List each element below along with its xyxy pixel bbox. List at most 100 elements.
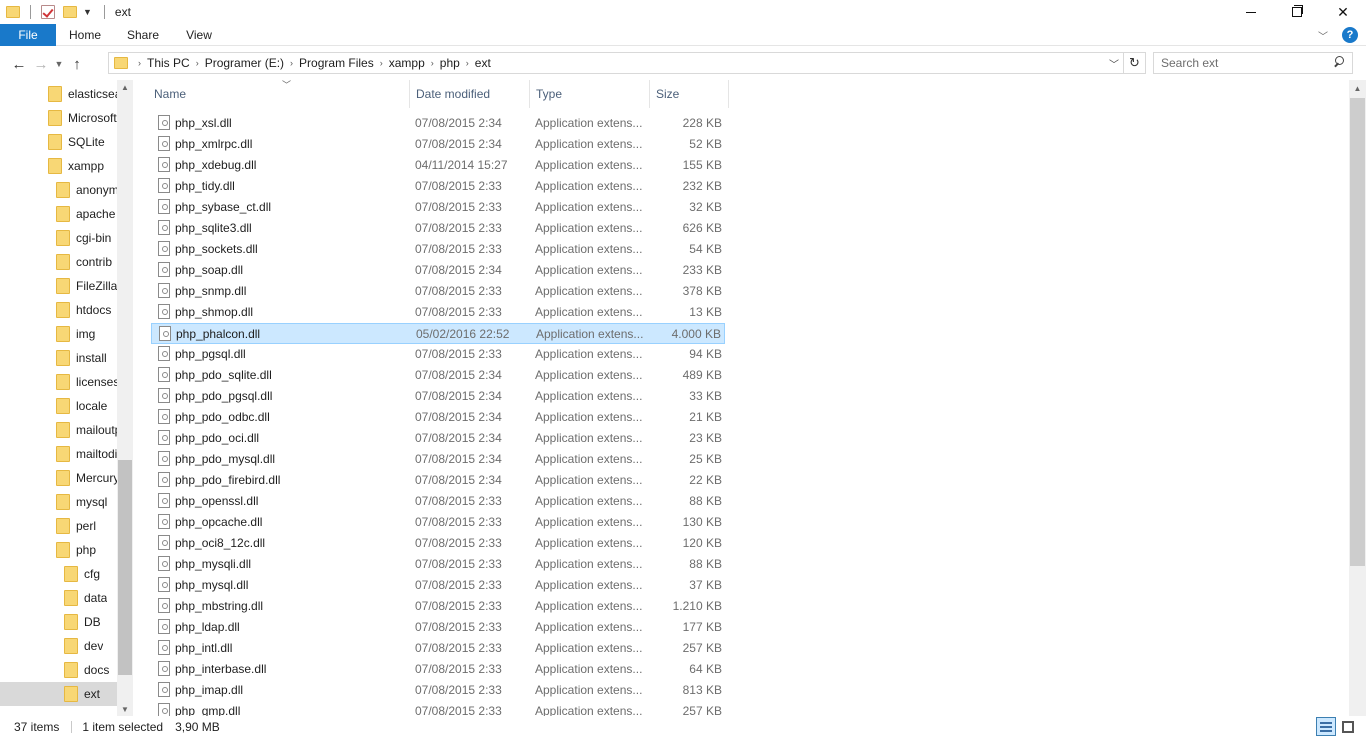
address-bar[interactable]: › This PC › Programer (E:) › Program Fil… — [108, 52, 1146, 74]
breadcrumb-chevron-icon[interactable]: › — [138, 58, 141, 68]
details-view-button[interactable] — [1316, 717, 1336, 736]
breadcrumb-chevron-icon[interactable]: › — [290, 58, 293, 68]
breadcrumb-drive[interactable]: Programer (E:) — [205, 56, 284, 70]
nav-tree-item[interactable]: elasticsearch — [0, 82, 118, 106]
file-list-scrollbar[interactable]: ▲ — [1349, 80, 1366, 716]
scroll-up-arrow-icon[interactable]: ▲ — [117, 80, 133, 94]
file-row[interactable]: php_pdo_oci.dll 07/08/2015 2:34 Applicatio… — [151, 428, 725, 449]
tab-home[interactable]: Home — [56, 24, 114, 46]
nav-tree-item[interactable]: docs — [0, 658, 118, 682]
file-row[interactable]: php_oci8_12c.dll 07/08/2015 2:33 Applicati… — [151, 533, 725, 554]
properties-icon[interactable] — [41, 5, 55, 19]
nav-tree-item[interactable]: apache — [0, 202, 118, 226]
nav-tree-item[interactable]: mailtodisk — [0, 442, 118, 466]
breadcrumb-chevron-icon[interactable]: › — [196, 58, 199, 68]
file-row[interactable]: php_pdo_firebird.dll 07/08/2015 2:34 Appli… — [151, 470, 725, 491]
customize-toolbar-dropdown-icon[interactable]: ▼ — [83, 7, 92, 17]
nav-tree-item[interactable]: SQLite — [0, 130, 118, 154]
file-row[interactable]: php_sybase_ct.dll 07/08/2015 2:33 Applicat… — [151, 197, 725, 218]
file-row[interactable]: php_tidy.dll 07/08/2015 2:33 Application e… — [151, 176, 725, 197]
search-icon[interactable] — [1330, 53, 1352, 73]
file-row[interactable]: php_soap.dll 07/08/2015 2:34 Application e… — [151, 260, 725, 281]
navigation-pane[interactable]: elasticsearch Microsoft SQLite xampp anonymo… — [0, 80, 133, 716]
file-row[interactable]: php_sockets.dll 07/08/2015 2:33 Applicatio… — [151, 239, 725, 260]
file-row[interactable]: php_pdo_mysql.dll 07/08/2015 2:34 Applicat… — [151, 449, 725, 470]
nav-tree-item[interactable]: cgi-bin — [0, 226, 118, 250]
breadcrumb-chevron-icon[interactable]: › — [431, 58, 434, 68]
close-button[interactable]: ✕ — [1320, 0, 1366, 24]
scroll-down-arrow-icon[interactable]: ▼ — [117, 702, 133, 716]
nav-tree-item[interactable]: locale — [0, 394, 118, 418]
breadcrumb-xampp[interactable]: xampp — [389, 56, 425, 70]
file-row[interactable]: php_snmp.dll 07/08/2015 2:33 Application e… — [151, 281, 725, 302]
file-row[interactable]: php_phalcon.dll 05/02/2016 22:52 Applicati… — [151, 323, 725, 344]
up-button[interactable]: ↑ — [66, 53, 88, 75]
nav-tree-item[interactable]: data — [0, 586, 118, 610]
search-input[interactable]: Search ext — [1161, 56, 1330, 70]
file-row[interactable]: php_xdebug.dll 04/11/2014 15:27 Applicatio… — [151, 155, 725, 176]
file-row[interactable]: php_opcache.dll 07/08/2015 2:33 Applicatio… — [151, 512, 725, 533]
tab-view[interactable]: View — [172, 24, 226, 46]
file-row[interactable]: php_imap.dll 07/08/2015 2:33 Application e… — [151, 680, 725, 701]
nav-tree-item[interactable]: DB — [0, 610, 118, 634]
minimize-button[interactable] — [1228, 0, 1274, 24]
file-row[interactable]: php_pgsql.dll 07/08/2015 2:33 Application … — [151, 344, 725, 365]
file-row[interactable]: php_sqlite3.dll 07/08/2015 2:33 Applicatio… — [151, 218, 725, 239]
nav-tree-item[interactable]: htdocs — [0, 298, 118, 322]
breadcrumb-program-files[interactable]: Program Files — [299, 56, 374, 70]
file-row[interactable]: php_pdo_sqlite.dll 07/08/2015 2:34 Applica… — [151, 365, 725, 386]
search-box[interactable]: Search ext — [1153, 52, 1353, 74]
forward-button[interactable]: → — [30, 53, 52, 75]
nav-tree-item[interactable]: FileZilla — [0, 274, 118, 298]
file-row[interactable]: php_xmlrpc.dll 07/08/2015 2:34 Application… — [151, 134, 725, 155]
tab-file[interactable]: File — [0, 23, 56, 46]
file-row[interactable]: php_xsl.dll 07/08/2015 2:34 Application ex… — [151, 113, 725, 134]
file-row[interactable]: php_ldap.dll 07/08/2015 2:33 Application e… — [151, 617, 725, 638]
nav-tree-item[interactable]: cfg — [0, 562, 118, 586]
nav-tree-item[interactable]: perl — [0, 514, 118, 538]
large-icons-view-button[interactable] — [1338, 717, 1358, 736]
breadcrumb-php[interactable]: php — [440, 56, 460, 70]
scroll-up-arrow-icon[interactable]: ▲ — [1349, 80, 1366, 97]
column-header-type[interactable]: Type — [530, 80, 650, 108]
file-row[interactable]: php_interbase.dll 07/08/2015 2:33 Applicat… — [151, 659, 725, 680]
nav-tree-item[interactable]: install — [0, 346, 118, 370]
nav-tree-item[interactable]: mysql — [0, 490, 118, 514]
file-row[interactable]: php_openssl.dll 07/08/2015 2:33 Applicatio… — [151, 491, 725, 512]
breadcrumb-this-pc[interactable]: This PC — [147, 56, 190, 70]
nav-tree-item[interactable]: php — [0, 538, 118, 562]
breadcrumb-chevron-icon[interactable]: › — [466, 58, 469, 68]
column-header-name[interactable]: Name ﹀ — [148, 80, 410, 108]
nav-tree-item[interactable]: img — [0, 322, 118, 346]
nav-tree-item[interactable]: xampp — [0, 154, 118, 178]
file-row[interactable]: php_mysql.dll 07/08/2015 2:33 Application … — [151, 575, 725, 596]
nav-tree-item[interactable]: dev — [0, 634, 118, 658]
back-button[interactable]: ← — [8, 53, 30, 75]
recent-locations-dropdown-icon[interactable]: ▼ — [52, 53, 66, 75]
nav-tree-item[interactable]: contrib — [0, 250, 118, 274]
help-icon[interactable]: ? — [1342, 27, 1358, 43]
scrollbar-thumb[interactable] — [118, 460, 132, 675]
navigation-pane-scrollbar[interactable]: ▲ ▼ — [117, 80, 133, 716]
column-header-size[interactable]: Size — [650, 80, 729, 108]
address-history-dropdown-icon[interactable]: ﹀ — [1109, 56, 1119, 71]
expand-ribbon-chevron-icon[interactable]: ﹀ — [1318, 28, 1328, 43]
refresh-icon[interactable]: ↻ — [1123, 53, 1145, 73]
file-row[interactable]: php_mbstring.dll 07/08/2015 2:33 Applicati… — [151, 596, 725, 617]
nav-tree-item[interactable]: ext — [0, 682, 118, 706]
file-row[interactable]: php_pdo_odbc.dll 07/08/2015 2:34 Applicati… — [151, 407, 725, 428]
breadcrumb-ext[interactable]: ext — [475, 56, 491, 70]
file-row[interactable]: php_gmp.dll 07/08/2015 2:33 Application ex… — [151, 701, 725, 716]
column-header-date[interactable]: Date modified — [410, 80, 530, 108]
new-folder-icon[interactable] — [63, 6, 77, 18]
file-row[interactable]: php_pdo_pgsql.dll 07/08/2015 2:34 Applicat… — [151, 386, 725, 407]
nav-tree-item[interactable]: licenses — [0, 370, 118, 394]
scrollbar-thumb[interactable] — [1350, 98, 1365, 566]
restore-button[interactable] — [1274, 0, 1320, 24]
file-row[interactable]: php_intl.dll 07/08/2015 2:33 Application e… — [151, 638, 725, 659]
nav-tree-item[interactable]: anonymous — [0, 178, 118, 202]
file-row[interactable]: php_mysqli.dll 07/08/2015 2:33 Application… — [151, 554, 725, 575]
breadcrumb-chevron-icon[interactable]: › — [380, 58, 383, 68]
nav-tree-item[interactable]: Microsoft — [0, 106, 118, 130]
nav-tree-item[interactable]: Mercury — [0, 466, 118, 490]
